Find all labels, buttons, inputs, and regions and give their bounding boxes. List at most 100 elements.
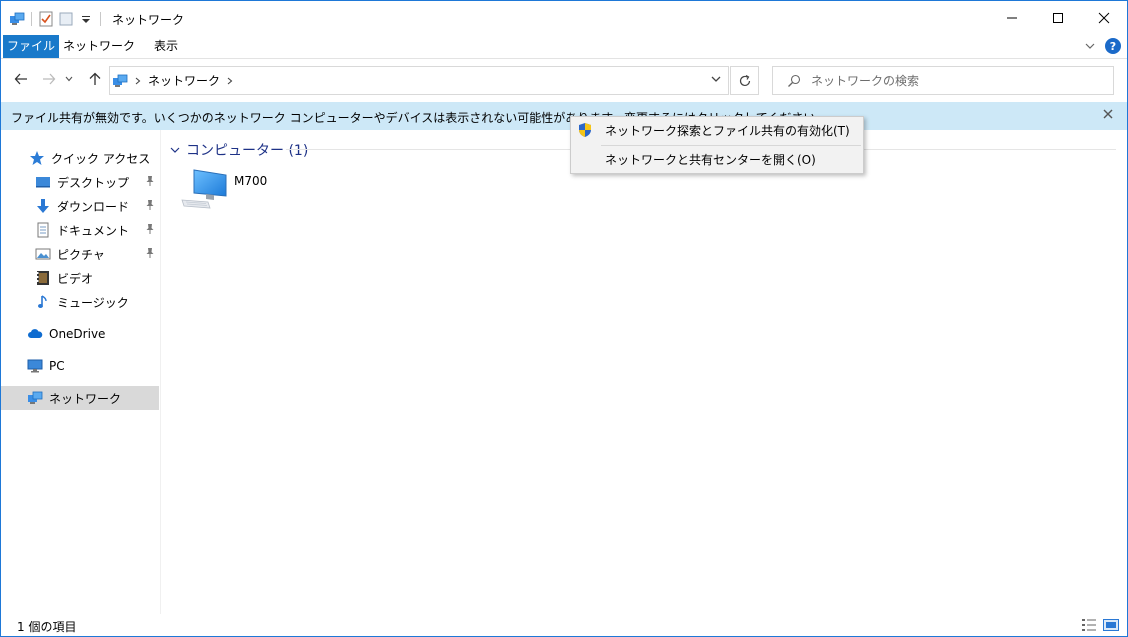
arrow-left-icon <box>14 73 27 85</box>
nav-quick-access[interactable]: クイック アクセス <box>1 146 159 170</box>
network-icon <box>27 390 43 406</box>
computer-icon <box>181 169 227 209</box>
close-icon <box>1103 109 1113 119</box>
nav-item-music[interactable]: ミュージック <box>1 290 159 314</box>
pin-icon <box>145 199 155 214</box>
search-icon <box>788 74 801 87</box>
maximize-icon <box>1053 13 1063 23</box>
nav-label: ダウンロード <box>57 199 130 214</box>
video-icon <box>35 270 51 286</box>
refresh-icon <box>739 74 750 86</box>
title-bar: ネットワーク <box>1 1 1127 35</box>
arrow-up-icon <box>89 72 101 85</box>
chevron-down-icon <box>65 76 73 82</box>
navigation-pane: クイック アクセス デスクトップ ダウンロード ドキュメント ピクチャ ビデオ … <box>1 130 161 614</box>
download-icon <box>35 198 51 214</box>
info-bar-close-button[interactable] <box>1103 108 1113 123</box>
content-area[interactable]: コンピューター (1) M700 <box>162 130 1128 614</box>
network-folder-icon[interactable] <box>9 11 25 27</box>
nav-label: OneDrive <box>49 327 106 341</box>
nav-item-pictures[interactable]: ピクチャ <box>1 242 159 266</box>
breadcrumb: ネットワーク <box>110 72 234 89</box>
menu-item-open-sharing-center[interactable]: ネットワークと共有センターを開く(O) <box>571 146 863 172</box>
properties-icon[interactable] <box>38 11 54 27</box>
back-button[interactable] <box>11 69 31 89</box>
nav-label: ミュージック <box>57 295 129 310</box>
nav-label: クイック アクセス <box>51 151 151 166</box>
chevron-right-icon[interactable] <box>226 77 234 85</box>
nav-pc[interactable]: PC <box>1 354 159 378</box>
music-icon <box>35 294 51 310</box>
large-icons-view-icon[interactable] <box>1103 617 1119 633</box>
star-icon <box>29 150 45 166</box>
navigation-bar: ネットワーク <box>1 63 1127 97</box>
expand-ribbon-icon[interactable] <box>1085 41 1095 51</box>
ribbon-tabs: ファイル ネットワーク 表示 ? <box>1 35 1127 59</box>
arrow-right-icon <box>43 73 56 85</box>
minimize-button[interactable] <box>989 1 1035 35</box>
menu-item-enable-discovery[interactable]: ネットワーク探索とファイル共有の有効化(T) <box>571 117 863 143</box>
forward-button[interactable] <box>39 69 59 89</box>
separator <box>100 12 101 26</box>
item-count: 1 個の項目 <box>17 620 77 634</box>
info-bar[interactable]: ファイル共有が無効です。いくつかのネットワーク コンピューターやデバイスは表示さ… <box>1 102 1127 130</box>
tab-network[interactable]: ネットワーク <box>61 35 137 58</box>
nav-item-documents[interactable]: ドキュメント <box>1 218 159 242</box>
search-box[interactable] <box>772 66 1114 95</box>
context-menu: ネットワーク探索とファイル共有の有効化(T) ネットワークと共有センターを開く(… <box>570 116 864 174</box>
computer-name: M700 <box>234 174 268 188</box>
nav-onedrive[interactable]: OneDrive <box>1 322 159 346</box>
separator <box>31 12 32 26</box>
nav-item-videos[interactable]: ビデオ <box>1 266 159 290</box>
chevron-down-icon <box>170 147 180 153</box>
ribbon-right: ? <box>1085 38 1121 54</box>
uac-shield-icon <box>577 122 593 141</box>
network-icon <box>113 74 128 87</box>
minimize-icon <box>1007 17 1017 19</box>
address-bar[interactable]: ネットワーク <box>109 66 729 95</box>
search-input[interactable] <box>811 73 1091 88</box>
group-header-computers[interactable]: コンピューター (1) <box>170 140 308 160</box>
status-bar: 1 個の項目 <box>1 614 1127 636</box>
chevron-down-icon[interactable] <box>710 73 722 85</box>
computer-item[interactable]: M700 <box>180 166 280 216</box>
explorer-window: ネットワーク ファイル ネットワーク 表示 ? ネットワーク ネットワークの検索… <box>0 0 1128 637</box>
group-label: コンピューター (1) <box>186 143 309 159</box>
pc-icon <box>27 358 43 374</box>
close-button[interactable] <box>1081 1 1127 35</box>
nav-label: ネットワーク <box>49 391 122 406</box>
close-icon <box>1098 12 1110 24</box>
pin-icon <box>145 175 155 190</box>
pin-icon <box>145 223 155 238</box>
document-icon <box>35 222 51 238</box>
nav-label: ドキュメント <box>57 223 130 238</box>
window-title: ネットワーク <box>112 13 185 27</box>
view-switcher <box>1081 617 1119 633</box>
refresh-button[interactable] <box>730 66 759 95</box>
tab-view[interactable]: 表示 <box>139 35 193 58</box>
nav-item-desktop[interactable]: デスクトップ <box>1 170 159 194</box>
menu-item-label: ネットワーク探索とファイル共有の有効化(T) <box>605 123 850 138</box>
new-folder-icon[interactable] <box>58 11 74 27</box>
recent-locations-button[interactable] <box>63 69 75 89</box>
pin-icon <box>145 247 155 262</box>
window-controls <box>989 1 1127 35</box>
breadcrumb-network[interactable]: ネットワーク <box>148 72 220 89</box>
nav-item-downloads[interactable]: ダウンロード <box>1 194 159 218</box>
nav-label: デスクトップ <box>57 175 130 190</box>
nav-label: ピクチャ <box>57 247 105 262</box>
maximize-button[interactable] <box>1035 1 1081 35</box>
quick-access-toolbar <box>9 9 103 29</box>
chevron-right-icon <box>135 77 141 84</box>
nav-label: PC <box>49 359 65 373</box>
customize-toolbar-icon[interactable] <box>78 11 94 27</box>
up-button[interactable] <box>85 69 105 89</box>
cloud-icon <box>27 326 43 342</box>
desktop-icon <box>35 174 51 190</box>
menu-item-label: ネットワークと共有センターを開く(O) <box>605 152 816 167</box>
details-view-icon[interactable] <box>1081 617 1097 633</box>
tab-file[interactable]: ファイル <box>3 35 59 58</box>
nav-label: ビデオ <box>57 271 94 286</box>
nav-network[interactable]: ネットワーク <box>1 386 159 410</box>
help-button[interactable]: ? <box>1105 38 1121 54</box>
